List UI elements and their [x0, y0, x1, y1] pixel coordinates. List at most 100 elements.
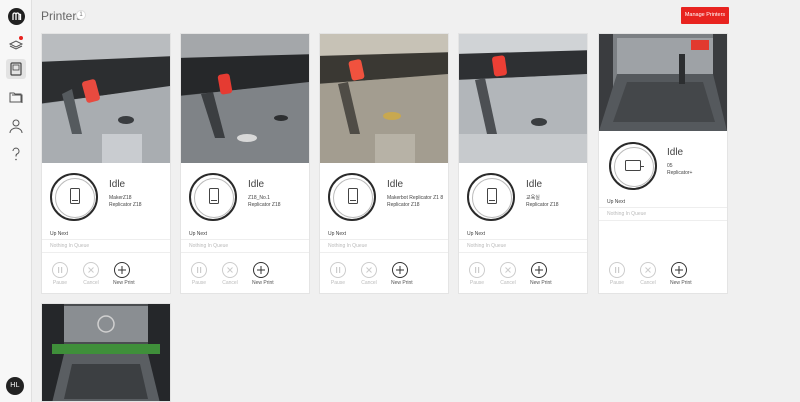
status-ring	[50, 173, 98, 221]
close-icon	[645, 267, 651, 273]
printer-card[interactable]: Idle Z18_No.1 Replicator Z18 Up Next Not…	[180, 33, 310, 294]
camera-feed-image	[599, 34, 727, 131]
printer-status: Idle	[526, 179, 543, 190]
pause-icon	[58, 267, 63, 273]
printer-card[interactable]	[41, 303, 171, 402]
add-print-icon[interactable]	[8, 35, 24, 51]
files-icon[interactable]	[8, 89, 24, 105]
printer-card[interactable]: Idle Makerbot Replicator Z1 8 Replicator…	[319, 33, 449, 294]
divider	[599, 207, 727, 208]
close-icon	[366, 267, 372, 273]
printer-info: MakerZ18 Replicator Z18	[109, 195, 169, 209]
printer-name: 05	[667, 163, 673, 169]
camera-feed-image	[459, 34, 587, 163]
plus-icon	[535, 266, 543, 274]
printer-status: Idle	[248, 179, 265, 190]
divider	[42, 252, 170, 253]
printer-model: Replicator Z18	[248, 202, 281, 208]
queue-status: Nothing In Queue	[50, 243, 90, 249]
cancel-button[interactable]: Cancel	[499, 262, 517, 286]
up-next-label: Up Next	[189, 231, 208, 237]
up-next-label: Up Next	[50, 231, 69, 237]
account-icon[interactable]	[8, 118, 24, 134]
printer-name: Z18_No.1	[248, 195, 270, 201]
printer-info: Makerbot Replicator Z1 8 Replicator Z18	[387, 195, 447, 209]
help-icon[interactable]	[8, 146, 24, 162]
printer-card[interactable]: Idle 05 Replicator+ Up Next Nothing In Q…	[598, 33, 728, 294]
pause-button[interactable]: Pause	[51, 262, 69, 286]
cancel-button[interactable]: Cancel	[639, 262, 657, 286]
printer-model: Replicator+	[667, 170, 693, 176]
printers-icon[interactable]	[8, 61, 24, 77]
pause-button[interactable]: Pause	[608, 262, 626, 286]
camera-feed-image	[181, 34, 309, 163]
pause-icon	[197, 267, 202, 273]
up-next-label: Up Next	[328, 231, 347, 237]
close-icon	[505, 267, 511, 273]
divider	[320, 252, 448, 253]
printer-name: 교육실	[526, 195, 540, 201]
divider	[459, 252, 587, 253]
printer-info: 교육실 Replicator Z18	[526, 195, 586, 209]
printer-model: Replicator Z18	[109, 202, 142, 208]
cancel-button[interactable]: Cancel	[360, 262, 378, 286]
printer-status: Idle	[109, 179, 126, 190]
printer-device-icon	[348, 188, 358, 204]
pause-icon	[336, 267, 341, 273]
close-icon	[88, 267, 94, 273]
up-next-label: Up Next	[467, 231, 486, 237]
printer-status: Idle	[387, 179, 404, 190]
pause-button[interactable]: Pause	[190, 262, 208, 286]
printer-device-icon	[487, 188, 497, 204]
queue-status: Nothing In Queue	[189, 243, 229, 249]
printer-device-icon	[70, 188, 80, 204]
divider	[181, 239, 309, 240]
sidebar: HL	[0, 0, 32, 402]
manage-printers-button[interactable]: Manage Printers	[681, 7, 729, 24]
camera-feed-image	[42, 304, 170, 401]
cancel-button[interactable]: Cancel	[82, 262, 100, 286]
printer-info: 05 Replicator+	[667, 163, 727, 177]
plus-icon	[257, 266, 265, 274]
printer-device-icon	[209, 188, 219, 204]
plus-icon	[675, 266, 683, 274]
pause-button[interactable]: Pause	[329, 262, 347, 286]
queue-status: Nothing In Queue	[328, 243, 368, 249]
up-next-label: Up Next	[607, 199, 626, 205]
printer-name: MakerZ18	[109, 195, 132, 201]
printer-card[interactable]: Idle 교육실 Replicator Z18 Up Next Nothing …	[458, 33, 588, 294]
camera-feed-image	[320, 34, 448, 163]
new-print-button[interactable]: New Print	[113, 262, 135, 286]
printer-model: Replicator Z18	[387, 202, 420, 208]
printer-device-icon	[625, 160, 644, 171]
status-ring	[189, 173, 237, 221]
status-ring	[609, 142, 657, 190]
queue-status: Nothing In Queue	[467, 243, 507, 249]
pause-icon	[475, 267, 480, 273]
divider	[599, 220, 727, 221]
cancel-button[interactable]: Cancel	[221, 262, 239, 286]
new-print-button[interactable]: New Print	[391, 262, 413, 286]
close-icon	[227, 267, 233, 273]
user-avatar[interactable]: HL	[6, 377, 24, 395]
printer-status: Idle	[667, 147, 684, 158]
printer-info: Z18_No.1 Replicator Z18	[248, 195, 308, 209]
pause-icon	[615, 267, 620, 273]
status-ring	[467, 173, 515, 221]
pause-button[interactable]: Pause	[468, 262, 486, 286]
printer-name: Makerbot Replicator Z1 8	[387, 195, 444, 201]
plus-icon	[118, 266, 126, 274]
camera-feed-image	[42, 34, 170, 163]
printer-card[interactable]: Idle MakerZ18 Replicator Z18 Up Next Not…	[41, 33, 171, 294]
printer-model: Replicator Z18	[526, 202, 559, 208]
plus-icon	[396, 266, 404, 274]
divider	[320, 239, 448, 240]
makerbot-logo-icon[interactable]	[8, 8, 25, 25]
new-print-button[interactable]: New Print	[670, 262, 692, 286]
printer-count-badge: 1	[76, 10, 86, 20]
new-print-button[interactable]: New Print	[530, 262, 552, 286]
divider	[42, 239, 170, 240]
status-ring	[328, 173, 376, 221]
queue-status: Nothing In Queue	[607, 211, 647, 217]
new-print-button[interactable]: New Print	[252, 262, 274, 286]
